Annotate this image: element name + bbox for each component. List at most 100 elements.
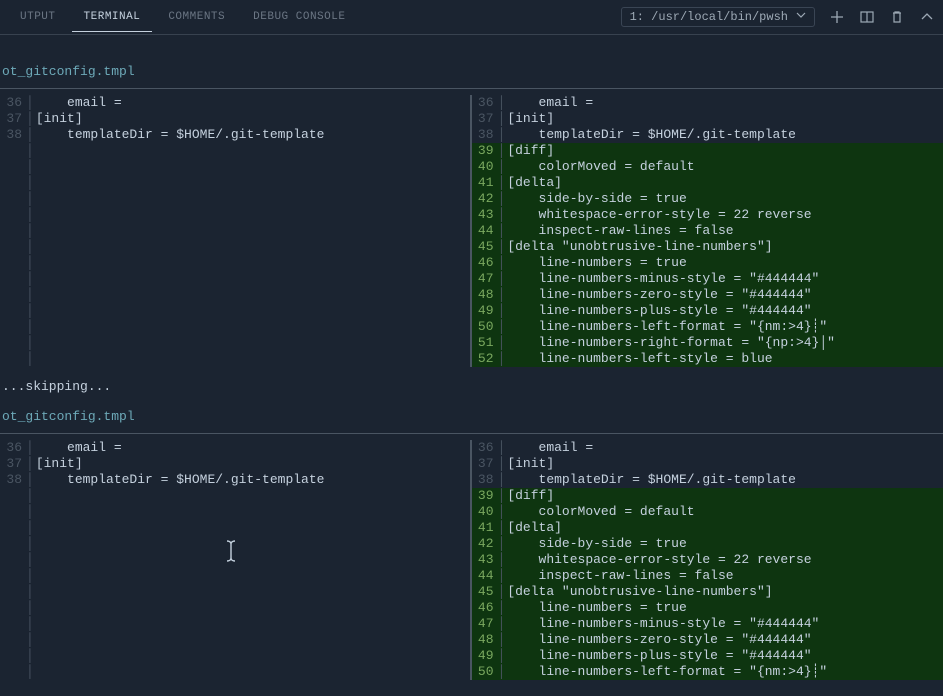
empty-line: │ [0, 191, 470, 207]
line-number: 49 [472, 648, 498, 664]
empty-line: │ [0, 568, 470, 584]
diff-file-header: ot_gitconfig.tmpl [0, 406, 943, 427]
gutter-separator: │ [498, 207, 508, 223]
kill-terminal-button[interactable] [889, 9, 905, 25]
gutter-separator: │ [26, 111, 36, 127]
line-number: 50 [472, 664, 498, 680]
empty-line: │ [0, 616, 470, 632]
code-text: [init] [36, 456, 470, 472]
tab-comments[interactable]: COMMENTS [156, 3, 237, 32]
code-line: 38│ templateDir = $HOME/.git-template [0, 127, 470, 143]
diff-block-1: 36│ email =37│[init]38│ templateDir = $H… [0, 95, 943, 367]
split-terminal-button[interactable] [859, 9, 875, 25]
chevron-down-icon [796, 10, 806, 24]
code-text: email = [507, 440, 943, 456]
line-number: 48 [472, 287, 498, 303]
empty-line: │ [0, 536, 470, 552]
code-text: inspect-raw-lines = false [507, 568, 943, 584]
tab-output[interactable]: UTPUT [8, 3, 68, 32]
line-number: 45 [472, 239, 498, 255]
diff-pane-right: 36│ email =37│[init]38│ templateDir = $H… [472, 95, 943, 367]
gutter-separator: │ [498, 175, 508, 191]
empty-line: │ [0, 552, 470, 568]
gutter-separator: │ [26, 456, 36, 472]
gutter-separator: │ [498, 335, 508, 351]
line-number: 43 [472, 552, 498, 568]
line-number: 42 [472, 191, 498, 207]
code-text: templateDir = $HOME/.git-template [36, 127, 470, 143]
code-text: templateDir = $HOME/.git-template [36, 472, 470, 488]
empty-line: │ [0, 271, 470, 287]
empty-line: │ [0, 239, 470, 255]
gutter-separator: │ [498, 472, 508, 488]
maximize-panel-button[interactable] [919, 9, 935, 25]
code-line: 48│ line-numbers-zero-style = "#444444" [472, 632, 943, 648]
line-number: 37 [0, 111, 26, 127]
code-line: 37│[init] [472, 111, 943, 127]
code-line: 41│[delta] [472, 175, 943, 191]
line-number: 42 [472, 536, 498, 552]
code-line: 36│ email = [472, 95, 943, 111]
gutter-separator: │ [498, 600, 508, 616]
gutter-separator: │ [498, 616, 508, 632]
line-number: 37 [472, 111, 498, 127]
code-text: line-numbers-zero-style = "#444444" [507, 632, 943, 648]
code-line: 44│ inspect-raw-lines = false [472, 568, 943, 584]
code-line: 40│ colorMoved = default [472, 159, 943, 175]
code-text: line-numbers-zero-style = "#444444" [507, 287, 943, 303]
empty-line: │ [0, 207, 470, 223]
panel-tabs-right: 1: /usr/local/bin/pwsh [621, 7, 935, 27]
code-text: [init] [36, 111, 470, 127]
code-line: 44│ inspect-raw-lines = false [472, 223, 943, 239]
gutter-separator: │ [26, 440, 36, 456]
code-text: [init] [507, 111, 943, 127]
gutter-separator: │ [498, 456, 508, 472]
code-line: 43│ whitespace-error-style = 22 reverse [472, 552, 943, 568]
empty-line: │ [0, 319, 470, 335]
gutter-separator: │ [498, 159, 508, 175]
tab-debug-console[interactable]: DEBUG CONSOLE [241, 3, 357, 32]
code-line: 38│ templateDir = $HOME/.git-template [472, 472, 943, 488]
gutter-separator: │ [498, 664, 508, 680]
gutter-separator: │ [498, 303, 508, 319]
line-number: 38 [0, 472, 26, 488]
gutter-separator: │ [498, 239, 508, 255]
gutter-separator: │ [498, 504, 508, 520]
code-text: [init] [507, 456, 943, 472]
code-text: line-numbers-minus-style = "#444444" [507, 271, 943, 287]
code-text: [delta] [507, 520, 943, 536]
gutter-separator: │ [498, 536, 508, 552]
code-text: inspect-raw-lines = false [507, 223, 943, 239]
empty-line: │ [0, 255, 470, 271]
tab-terminal[interactable]: TERMINAL [72, 3, 153, 32]
line-number: 44 [472, 223, 498, 239]
line-number: 46 [472, 600, 498, 616]
line-number: 45 [472, 584, 498, 600]
gutter-separator: │ [498, 191, 508, 207]
line-number: 39 [472, 143, 498, 159]
empty-line: │ [0, 520, 470, 536]
line-number: 47 [472, 616, 498, 632]
gutter-separator: │ [498, 632, 508, 648]
line-number: 40 [472, 159, 498, 175]
gutter-separator: │ [498, 552, 508, 568]
line-number: 48 [472, 632, 498, 648]
empty-line: │ [0, 504, 470, 520]
code-line: 38│ templateDir = $HOME/.git-template [0, 472, 470, 488]
code-line: 47│ line-numbers-minus-style = "#444444" [472, 271, 943, 287]
terminal-selector-dropdown[interactable]: 1: /usr/local/bin/pwsh [621, 7, 815, 27]
line-number: 38 [472, 472, 498, 488]
gutter-separator: │ [498, 223, 508, 239]
terminal-output[interactable]: ot_gitconfig.tmpl 36│ email =37│[init]38… [0, 35, 943, 680]
code-line: 49│ line-numbers-plus-style = "#444444" [472, 303, 943, 319]
code-text: whitespace-error-style = 22 reverse [507, 552, 943, 568]
code-line: 42│ side-by-side = true [472, 536, 943, 552]
code-line: 42│ side-by-side = true [472, 191, 943, 207]
code-line: 46│ line-numbers = true [472, 255, 943, 271]
line-number: 40 [472, 504, 498, 520]
code-text: whitespace-error-style = 22 reverse [507, 207, 943, 223]
new-terminal-button[interactable] [829, 9, 845, 25]
code-text: [delta "unobtrusive-line-numbers"] [507, 239, 943, 255]
code-text: line-numbers-plus-style = "#444444" [507, 303, 943, 319]
gutter-separator: │ [498, 127, 508, 143]
